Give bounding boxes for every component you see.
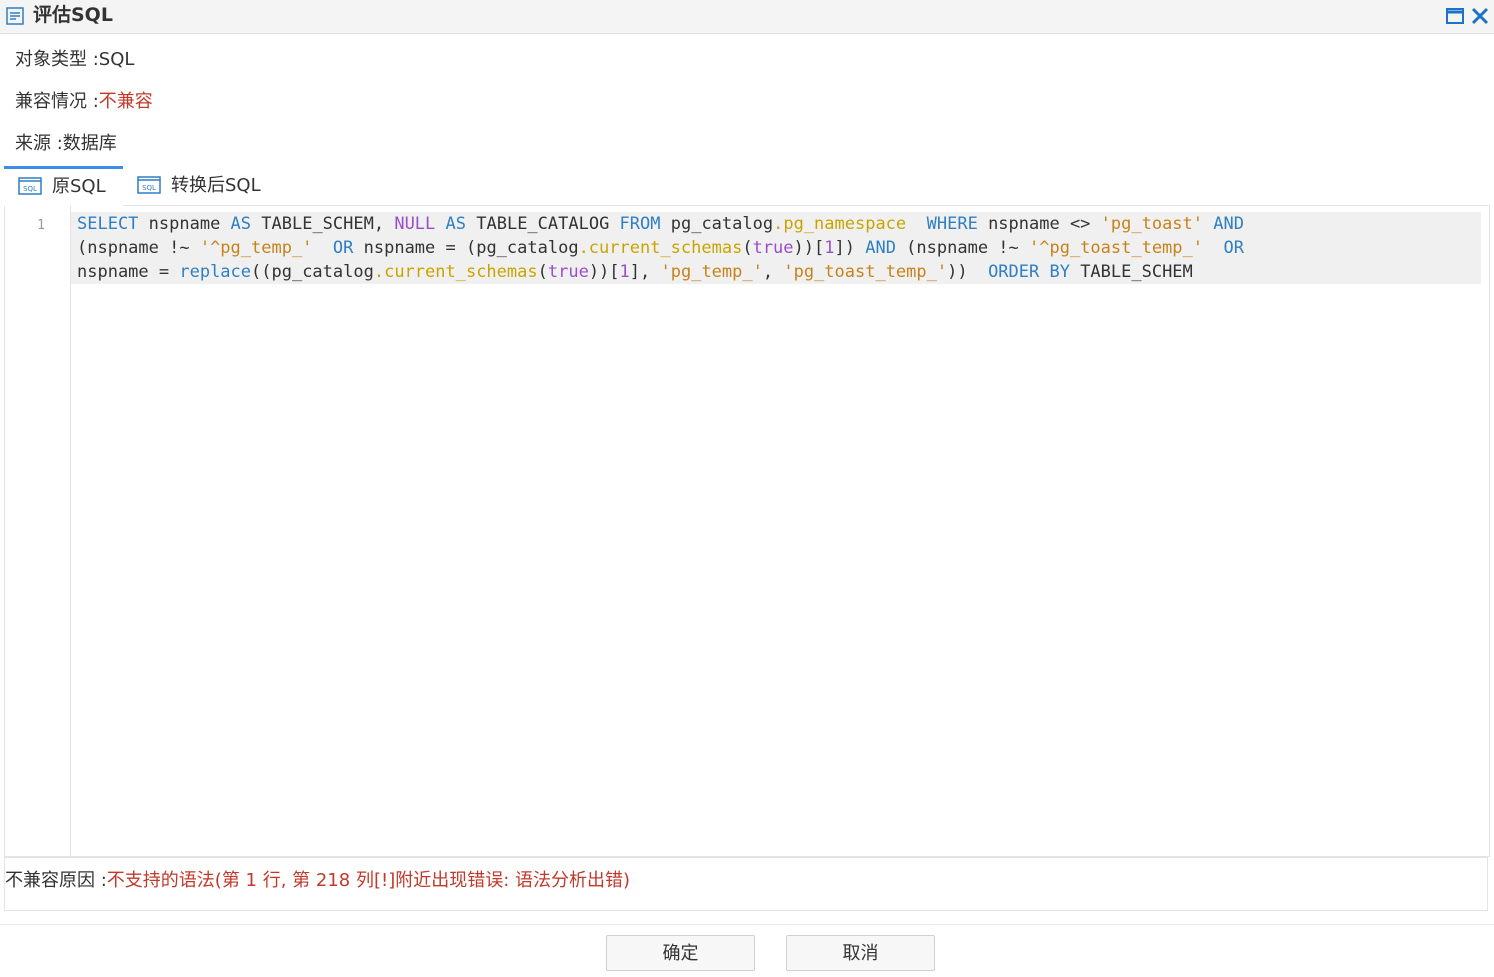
dialog-titlebar: 评估SQL xyxy=(0,0,1494,34)
svg-text:SQL: SQL xyxy=(23,185,37,193)
close-icon[interactable] xyxy=(1470,6,1490,26)
incompat-reason-box: 不兼容原因 :不支持的语法(第 1 行, 第 218 列[!]附近出现错误: 语… xyxy=(4,857,1488,911)
sql-token: TABLE_SCHEM xyxy=(1069,262,1193,282)
sql-token: '^pg_temp_' xyxy=(199,238,313,258)
cancel-button[interactable]: 取消 xyxy=(786,935,935,971)
sql-token: AS xyxy=(230,214,252,234)
sql-token: true xyxy=(752,238,794,258)
sql-token: 'pg_toast' xyxy=(1100,214,1204,234)
sql-token: 'pg_toast_temp_' xyxy=(783,262,948,282)
sql-token: OR xyxy=(332,238,354,258)
reason-value: 不支持的语法(第 1 行, 第 218 列[!]附近出现错误: 语法分析出错) xyxy=(106,870,631,891)
sql-token: AND xyxy=(1213,214,1244,234)
sql-token: ], xyxy=(629,262,661,282)
sql-token: nspname xyxy=(138,214,231,234)
sql-token: AS xyxy=(445,214,467,234)
sql-token: replace xyxy=(179,262,252,282)
sql-token: TABLE_CATALOG xyxy=(466,214,620,234)
sql-file-icon: SQL xyxy=(137,176,161,194)
line-number: 1 xyxy=(37,218,45,233)
object-type-label: 对象类型 : xyxy=(15,49,99,70)
source-value: 数据库 xyxy=(62,133,117,154)
dialog-title: 评估SQL xyxy=(33,4,113,26)
compat-row: 兼容情况 :不兼容 xyxy=(15,91,153,113)
sql-token: 1 xyxy=(619,262,630,282)
sql-token: nspname <> xyxy=(977,214,1101,234)
sql-token: WHERE xyxy=(926,214,978,234)
sql-token: .current_schemas xyxy=(578,238,743,258)
sql-token: )) xyxy=(947,262,989,282)
sql-code[interactable]: SELECT nspname AS TABLE_SCHEM, NULL AS T… xyxy=(77,212,1477,284)
sql-token: OR xyxy=(1223,238,1244,258)
tab-label: 转换后SQL xyxy=(171,175,261,196)
sql-token: NULL xyxy=(394,214,436,234)
sql-token: pg_catalog xyxy=(660,214,774,234)
sql-token: ]) xyxy=(834,238,866,258)
sql-token: nspname = xyxy=(77,262,180,282)
svg-text:SQL: SQL xyxy=(142,184,156,192)
sql-file-icon: SQL xyxy=(18,177,42,195)
tab-label: 原SQL xyxy=(52,176,106,197)
tab-original-sql[interactable]: SQL 原SQL xyxy=(4,166,123,206)
incompat-reason: 不兼容原因 :不支持的语法(第 1 行, 第 218 列[!]附近出现错误: 语… xyxy=(5,870,630,892)
sql-token: true xyxy=(547,262,589,282)
sql-token: .pg_namespace xyxy=(773,214,907,234)
maximize-icon[interactable] xyxy=(1445,6,1465,26)
sql-token: ORDER BY xyxy=(988,262,1070,282)
compat-label: 兼容情况 : xyxy=(15,91,99,112)
sql-token: .current_schemas xyxy=(373,262,538,282)
sql-token: nspname = (pg_catalog xyxy=(353,238,579,258)
sql-tabbar: SQL 原SQL SQL 转换后SQL xyxy=(4,166,1490,206)
reason-label: 不兼容原因 : xyxy=(5,870,107,891)
sql-token: ( xyxy=(537,262,548,282)
object-type-value: SQL xyxy=(98,49,135,70)
sql-token: FROM xyxy=(619,214,661,234)
tab-converted-sql[interactable]: SQL 转换后SQL xyxy=(123,166,283,206)
sql-token: TABLE_SCHEM, xyxy=(251,214,395,234)
compat-value: 不兼容 xyxy=(98,91,153,112)
sql-token: 1 xyxy=(824,238,835,258)
sql-token: ))[ xyxy=(588,262,620,282)
sql-token: '^pg_toast_temp_' xyxy=(1029,238,1203,258)
footer-divider xyxy=(0,924,1494,925)
sql-editor[interactable]: 1 SELECT nspname AS TABLE_SCHEM, NULL AS… xyxy=(4,206,1490,857)
sql-token: , xyxy=(762,262,784,282)
object-type-row: 对象类型 :SQL xyxy=(15,49,134,71)
document-list-icon xyxy=(6,7,24,25)
source-row: 来源 :数据库 xyxy=(15,133,117,155)
sql-token: 'pg_temp_' xyxy=(660,262,763,282)
sql-token: ( xyxy=(742,238,753,258)
sql-token: (nspname !~ xyxy=(77,238,200,258)
sql-token: SELECT xyxy=(77,214,139,234)
source-label: 来源 : xyxy=(15,133,63,154)
ok-button[interactable]: 确定 xyxy=(606,935,755,971)
sql-token: AND xyxy=(865,238,896,258)
line-gutter: 1 xyxy=(5,206,71,856)
sql-token: (nspname !~ xyxy=(895,238,1029,258)
sql-token: ))[ xyxy=(793,238,825,258)
sql-token: ((pg_catalog xyxy=(251,262,374,282)
